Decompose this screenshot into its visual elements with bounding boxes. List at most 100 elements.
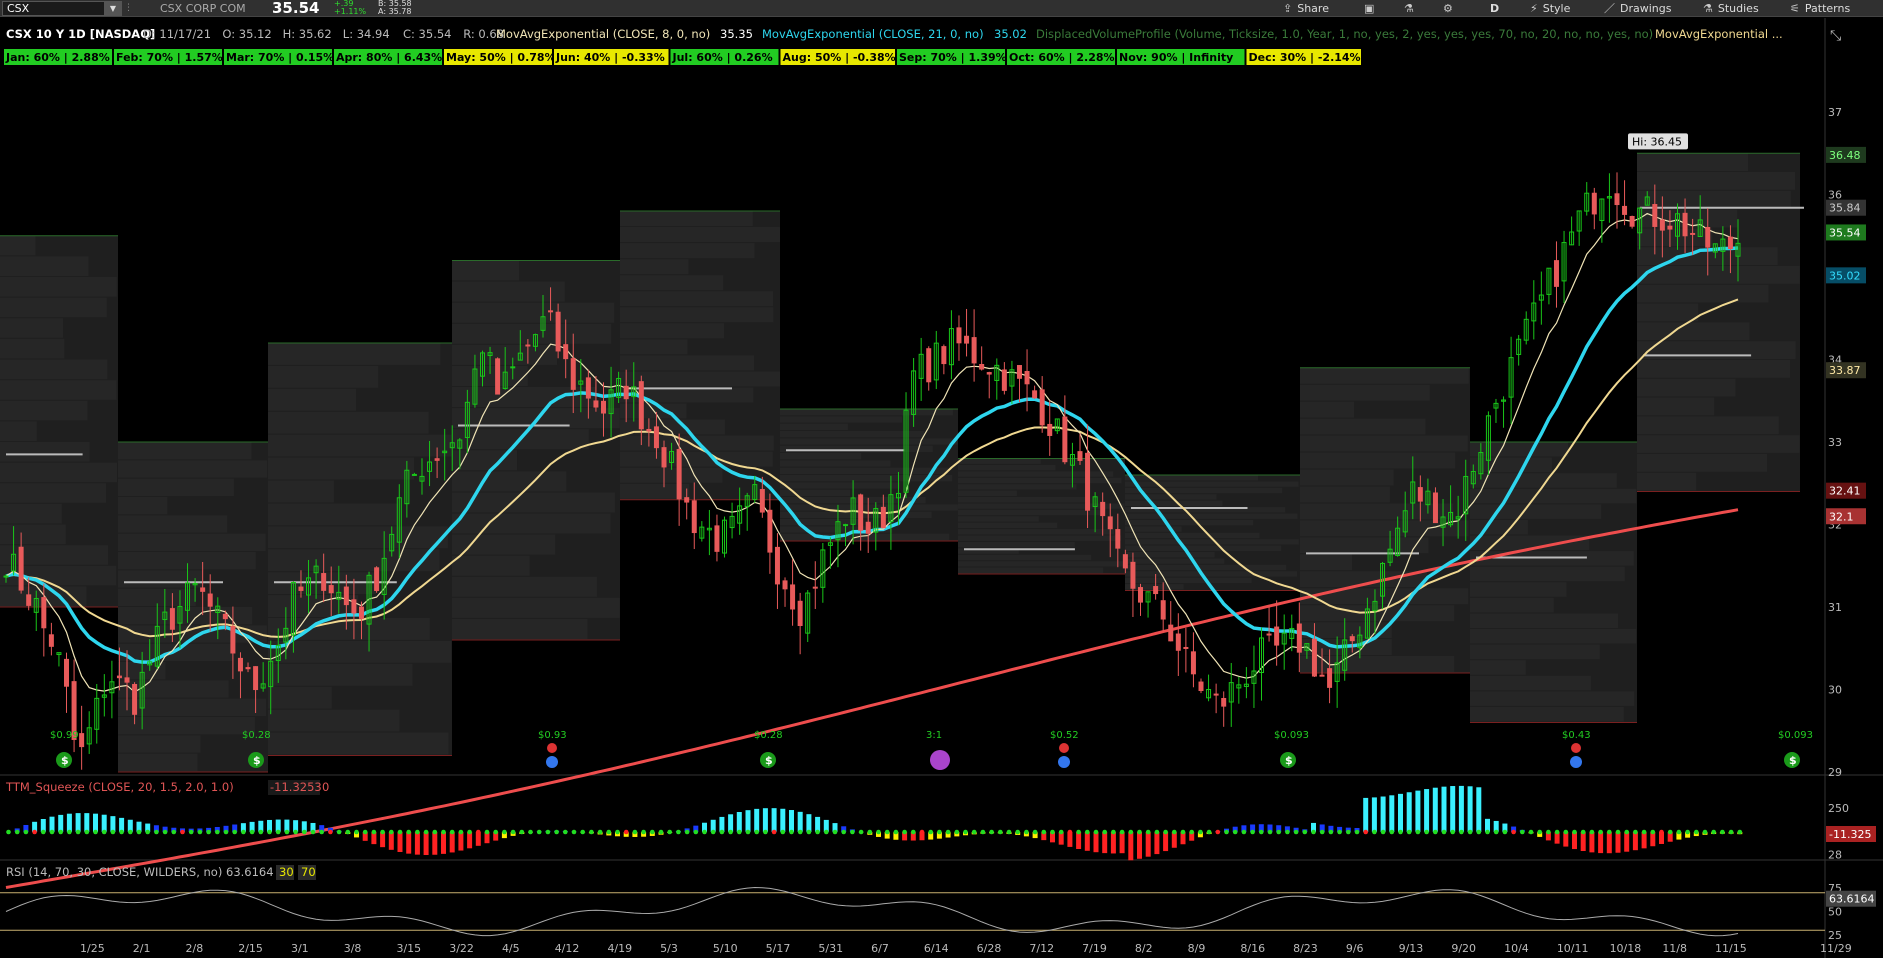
squeeze-histogram-bar	[1615, 832, 1621, 853]
volume-profile-row	[118, 735, 201, 753]
patterns-button[interactable]: ⚟ Patterns	[1790, 0, 1850, 17]
share-button[interactable]: ⇪ Share	[1283, 0, 1329, 17]
squeeze-dot	[249, 829, 255, 835]
volume-profile-row	[1125, 571, 1298, 577]
dividend-icon-glyph: $	[765, 754, 773, 767]
candle-body	[563, 344, 569, 360]
volume-profile-row	[0, 338, 65, 359]
dividend-icon-glyph: $	[1285, 754, 1293, 767]
date-tick: 1/25	[80, 942, 105, 955]
squeeze-dot	[1641, 829, 1647, 835]
volume-profile-row	[1125, 552, 1215, 558]
volume-profile-row	[620, 243, 755, 259]
volume-profile-row	[0, 380, 117, 400]
date-tick: 6/14	[924, 942, 949, 955]
squeeze-dot	[1624, 829, 1629, 835]
volume-profile-row	[0, 442, 90, 462]
squeeze-dot	[232, 829, 237, 835]
squeeze-dot	[84, 829, 90, 835]
volume-profile-row	[118, 497, 168, 515]
squeeze-dot	[58, 829, 63, 835]
candle-body	[1122, 554, 1128, 569]
change-pct: +1.11%	[334, 7, 367, 16]
candle-body	[26, 594, 32, 606]
squeeze-dot	[728, 829, 733, 835]
squeeze-dot	[14, 829, 20, 835]
date-tick: 3/15	[396, 942, 421, 955]
candle-body	[1311, 638, 1317, 677]
squeeze-dot	[832, 829, 838, 835]
candle-body	[358, 606, 364, 619]
volume-profile-row	[1637, 397, 1715, 416]
volume-profile-row	[1637, 378, 1736, 397]
date-tick: 10/11	[1557, 942, 1589, 955]
price-axis-badge-label: 35.84	[1829, 202, 1861, 215]
volume-profile-row	[958, 554, 1092, 561]
candle-body	[555, 311, 561, 352]
price-chart[interactable]: $0.99 $ $0.28 $ $0.93 $0.28 $3:1 $0.52 $0.093 $ $0…	[0, 18, 1883, 958]
squeeze-dot	[397, 829, 403, 835]
flexgrid-button[interactable]: ▣	[1364, 0, 1379, 17]
price-tick: 36	[1828, 189, 1842, 202]
squeeze-dot	[389, 829, 394, 835]
squeeze-dot	[945, 829, 951, 835]
squeeze-dot	[902, 829, 907, 835]
volume-profile-row	[958, 529, 1115, 535]
squeeze-dot	[528, 829, 533, 835]
squeeze-dot	[1520, 829, 1525, 835]
squeeze-dot	[67, 829, 72, 835]
squeeze-dot	[1737, 829, 1743, 835]
candle-body	[41, 597, 47, 629]
lab-button[interactable]: ⚗	[1404, 0, 1419, 17]
candle-body	[1705, 226, 1711, 248]
symbol-list-icon[interactable]: ⋮	[124, 0, 133, 17]
squeeze-dot	[536, 829, 542, 835]
volume-profile-row	[620, 259, 689, 275]
squeeze-histogram-bar	[1476, 787, 1482, 832]
style-button[interactable]: ⚡ Style	[1530, 0, 1570, 17]
squeeze-dot	[1311, 829, 1316, 835]
squeeze-dot	[1667, 829, 1673, 835]
candle-body	[1417, 487, 1423, 502]
settings-button[interactable]: ⚙	[1443, 0, 1458, 17]
squeeze-histogram-bar	[1398, 793, 1403, 832]
candle-body	[434, 458, 440, 461]
symbol-dropdown-icon[interactable]: ▼	[104, 1, 122, 16]
squeeze-dot	[919, 829, 925, 835]
squeeze-dot	[241, 829, 246, 835]
date-tick: 9/6	[1346, 942, 1364, 955]
bar-close: C: 35.54	[403, 27, 451, 41]
candle-body	[1727, 236, 1733, 250]
studies-button[interactable]: ⚗ Studies	[1703, 0, 1759, 17]
candle-body	[812, 586, 818, 589]
date-tick: 2/8	[185, 942, 203, 955]
candle-body	[676, 449, 682, 500]
event-label: $0.43	[1562, 730, 1591, 741]
squeeze-dot	[197, 829, 203, 835]
squeeze-dot	[1259, 829, 1264, 835]
squeeze-histogram-bar	[1084, 832, 1090, 851]
squeeze-dot	[911, 829, 916, 835]
candle-body	[1153, 586, 1159, 595]
candle-body	[1667, 225, 1673, 230]
volume-profile-row	[1470, 442, 1569, 457]
date-tick: 10/4	[1504, 942, 1529, 955]
volume-profile-row	[268, 526, 448, 549]
earnings-info-icon	[1570, 756, 1582, 768]
volume-profile-row	[0, 277, 117, 297]
volume-profile-row	[0, 359, 108, 380]
date-tick: 5/17	[766, 942, 791, 955]
squeeze-dot	[1032, 829, 1038, 835]
month-badge-label: Feb: 70% | 1.57%	[116, 51, 223, 64]
drawings-button[interactable]: ／ Drawings	[1604, 0, 1671, 17]
volume-profile-row	[452, 323, 612, 344]
chart-area[interactable]: $0.99 $ $0.28 $ $0.93 $0.28 $3:1 $0.52 $0.093 $ $0…	[0, 18, 1883, 958]
rsi-axis-tick: 50	[1828, 906, 1842, 919]
candle-body	[971, 337, 977, 364]
period-selector[interactable]: D	[1490, 0, 1499, 17]
squeeze-dot	[75, 829, 81, 835]
volume-profile-row	[620, 371, 780, 387]
squeeze-dot	[606, 829, 612, 835]
squeeze-dot	[1093, 829, 1099, 835]
squeeze-dot	[1650, 829, 1656, 835]
